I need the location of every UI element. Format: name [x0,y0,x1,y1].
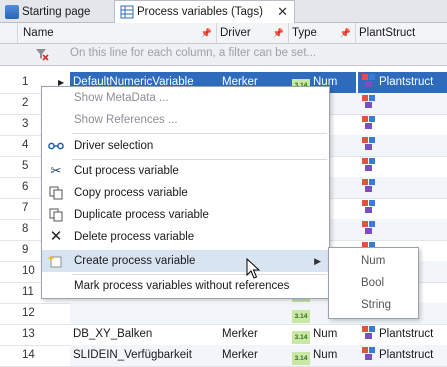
plantstruct-label: Plantstruct [379,76,434,88]
cell-plantstruct[interactable] [358,219,447,240]
plantstruct-icon [362,116,375,129]
duplicate-icon [48,208,64,222]
tab-process-variables[interactable]: Process variables (Tags) ✕ [114,0,295,23]
row-number: 4 [22,139,29,151]
copy-icon [48,186,64,200]
filter-row[interactable]: On this line for each column, a filter c… [0,44,447,66]
cell-plantstruct[interactable] [358,93,447,114]
cell-name[interactable]: SLIDEIN_Verfügbarkeit [70,345,219,366]
submenu-item-num[interactable]: Num [329,250,418,272]
numeric-type-icon: 3.14 [292,352,310,365]
home-icon [5,4,19,19]
cell-type[interactable]: 3.14Num [290,345,356,366]
menu-item-duplicate[interactable]: Duplicate process variable [42,204,329,226]
numeric-type-icon: 3.14 [292,310,310,323]
row-number: 1 [22,76,29,88]
plantstruct-icon [362,221,375,234]
row-number: 7 [22,202,29,214]
row-number: 3 [22,118,29,130]
plantstruct-icon [362,158,375,171]
close-icon[interactable]: ✕ [277,4,288,20]
cell-driver[interactable]: Merker [219,345,292,366]
menu-item-show-references[interactable]: Show References ... [42,109,329,131]
create-submenu: Num Bool String [328,247,419,319]
tab-starting-page[interactable]: Starting page [0,1,114,22]
submenu-arrow-icon: ▶ [314,256,321,266]
new-icon [47,254,64,268]
row-number: 13 [22,328,35,340]
column-header-driver[interactable]: Driver 📌 [217,23,289,43]
row-number: 14 [22,349,35,361]
cell-plantstruct[interactable] [358,135,447,156]
header-spacer [0,23,18,43]
menu-item-driver-selection[interactable]: Driver selection [42,135,329,157]
menu-item-show-metadata[interactable]: Show MetaData ... [42,87,329,109]
table-row[interactable]: 13 DB_XY_Balken Merker 3.14 Num Plantstruct [0,324,447,346]
menu-item-cut[interactable]: ✂ Cut process variable [42,160,329,182]
type-label: Num [313,349,338,361]
menu-separator [72,133,327,134]
row-number: 6 [22,181,29,193]
cell-plantstruct[interactable] [358,156,447,177]
cell-plantstruct[interactable] [358,177,447,198]
submenu-item-string[interactable]: String [329,294,418,316]
scissors-icon: ✂ [50,163,62,178]
row-number: 11 [22,286,34,298]
table-row[interactable]: 14 SLIDEIN_Verfügbarkeit Merker 3.14 Num Plan… [0,345,447,367]
mouse-cursor-icon [246,257,261,280]
cell-plantstruct[interactable]: Plantstruct [358,324,447,345]
filter-hint: On this line for each column, a filter c… [70,47,317,59]
cell-plantstruct[interactable] [358,114,447,135]
plantstruct-label: Plantstruct [379,349,434,361]
row-number: 8 [22,223,29,235]
plantstruct-label: Plantstruct [379,328,434,340]
cell-plantstruct[interactable]: Plantstruct [358,345,447,366]
row-number: 5 [22,160,29,172]
plantstruct-icon [362,347,375,360]
numeric-type-icon: 3.14 [292,331,310,344]
table-icon [120,5,134,19]
plantstruct-icon [362,95,375,108]
row-number: 2 [22,97,29,109]
cell-type[interactable]: 3.14Num [290,324,356,345]
plantstruct-icon [362,326,375,339]
cell-plantstruct[interactable] [358,198,447,219]
context-menu: Show MetaData ... Show References ... Dr… [41,86,330,299]
menu-item-mark-unreferenced[interactable]: Mark process variables without reference… [42,275,329,297]
submenu-item-bool[interactable]: Bool [329,272,418,294]
row-number: 12 [22,307,35,319]
plantstruct-icon [362,179,375,192]
row-number: 9 [22,244,29,256]
column-header-name[interactable]: Name 📌 [18,23,217,43]
row-number: 10 [22,265,35,277]
delete-icon: ✕ [49,228,63,245]
cell-name[interactable]: DB_XY_Balken [70,324,219,345]
link-icon [48,139,64,153]
tab-bar: Starting page Process variables (Tags) ✕ [0,0,447,23]
plantstruct-icon [362,137,375,150]
type-label: Num [313,328,338,340]
tab-label: Process variables (Tags) [137,6,263,18]
tab-label: Starting page [22,5,91,18]
plantstruct-icon [362,200,375,213]
plantstruct-icon [362,74,375,87]
pin-icon[interactable]: 📌 [201,23,212,43]
pin-icon[interactable]: 📌 [340,23,351,43]
column-header-plantstruct[interactable]: PlantStruct [356,23,447,43]
clear-filter-icon[interactable] [35,47,49,61]
pin-icon[interactable]: 📌 [273,23,284,43]
menu-item-create[interactable]: Create process variable ▶ [42,250,329,272]
cell-plantstruct[interactable]: Plantstruct [358,72,447,93]
menu-item-copy[interactable]: Copy process variable [42,182,329,204]
column-header-row: Name 📌 Driver 📌 Type 📌 PlantStruct [0,23,447,44]
cell-driver[interactable]: Merker [219,324,292,345]
menu-item-delete[interactable]: ✕ Delete process variable [42,226,329,248]
column-header-type[interactable]: Type 📌 [289,23,356,43]
